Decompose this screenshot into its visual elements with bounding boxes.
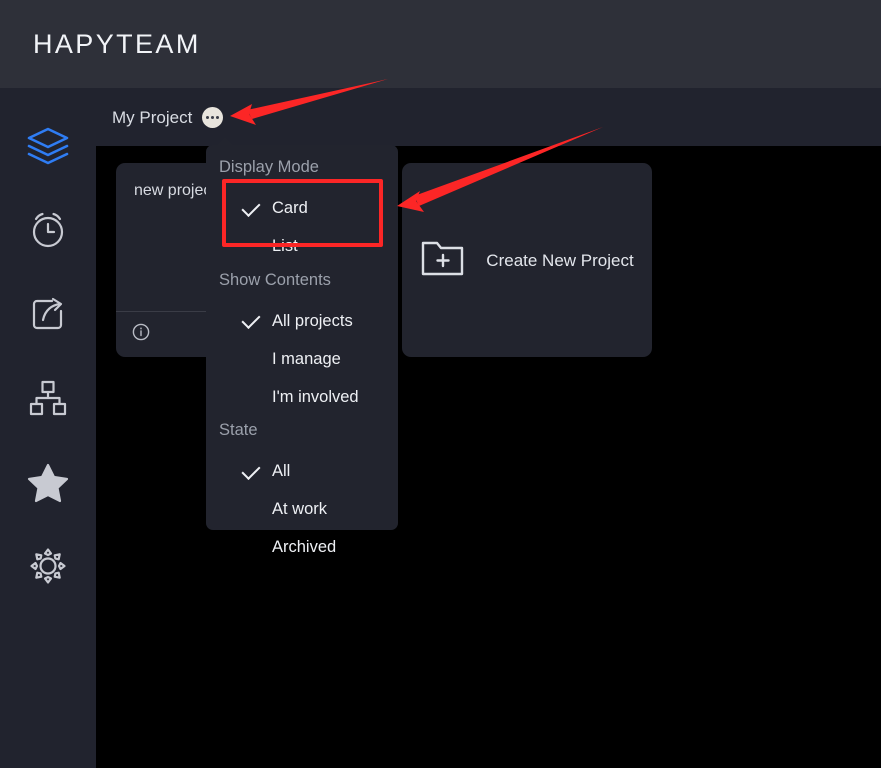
menu-item-label: All projects xyxy=(272,311,353,330)
menu-item-im-involved[interactable]: I'm involved xyxy=(206,378,398,416)
check-icon xyxy=(241,460,261,480)
menu-item-label: Card xyxy=(272,199,308,218)
menu-section-title-state: State xyxy=(219,421,258,439)
gear-icon xyxy=(28,546,68,586)
project-bar-title: My Project xyxy=(112,107,193,127)
sidebar-item-org-chart[interactable] xyxy=(0,356,96,440)
ellipsis-icon-dot xyxy=(211,115,215,119)
menu-item-label: List xyxy=(272,237,298,256)
menu-item-label: I manage xyxy=(272,349,341,368)
menu-item-i-manage[interactable]: I manage xyxy=(206,340,398,378)
sidebar-item-share-export[interactable] xyxy=(0,272,96,356)
left-sidebar xyxy=(0,88,96,768)
star-icon xyxy=(27,461,69,503)
sidebar-item-alarm-clock[interactable] xyxy=(0,188,96,272)
app-header: HAPYTEAM xyxy=(0,0,881,88)
menu-item-archived[interactable]: Archived xyxy=(206,529,398,567)
project-bar: My Project xyxy=(96,88,881,146)
app-root: HAPYTEAM My Project new projec Create Ne… xyxy=(0,0,881,768)
layers-icon xyxy=(26,125,70,167)
menu-item-label: At work xyxy=(272,500,328,519)
info-icon[interactable] xyxy=(132,323,150,346)
folder-plus-icon xyxy=(420,237,466,284)
sidebar-item-settings[interactable] xyxy=(0,524,96,608)
project-options-menu: Display Mode Card List Show Contents All… xyxy=(206,137,398,555)
menu-section-title-show-contents: Show Contents xyxy=(219,270,331,289)
create-new-project-card[interactable]: Create New Project xyxy=(402,163,652,357)
menu-item-all[interactable]: All xyxy=(206,453,398,491)
sidebar-item-star[interactable] xyxy=(0,440,96,524)
menu-item-card[interactable]: Card xyxy=(206,190,398,228)
check-icon xyxy=(241,197,261,217)
create-new-project-label: Create New Project xyxy=(486,250,634,270)
menu-item-label: All xyxy=(272,462,291,481)
alarm-clock-icon xyxy=(28,210,68,250)
org-chart-icon xyxy=(28,378,68,418)
sidebar-item-layers[interactable] xyxy=(0,104,96,188)
project-options-more-button[interactable] xyxy=(202,106,224,128)
ellipsis-icon-dot xyxy=(216,115,220,119)
check-icon xyxy=(241,309,261,330)
menu-item-list[interactable]: List xyxy=(206,228,398,266)
menu-item-label: I'm involved xyxy=(272,387,359,406)
menu-pointer-tail xyxy=(216,137,234,146)
menu-section-title-display-mode: Display Mode xyxy=(219,158,319,176)
menu-item-all-projects[interactable]: All projects xyxy=(206,302,398,340)
menu-item-at-work[interactable]: At work xyxy=(206,491,398,529)
share-export-icon xyxy=(28,294,68,334)
app-title: HAPYTEAM xyxy=(33,28,201,59)
ellipsis-icon-dot xyxy=(206,115,210,119)
menu-item-label: Archived xyxy=(272,538,337,557)
